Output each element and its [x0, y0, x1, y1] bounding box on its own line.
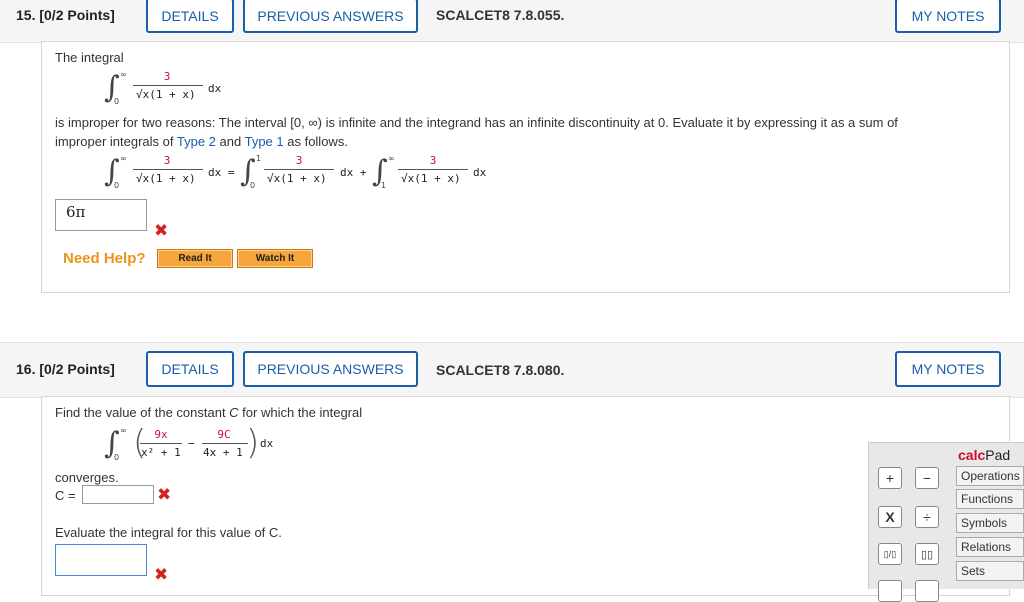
fraction-bar: [264, 169, 334, 170]
tab-symbols[interactable]: Symbols: [956, 513, 1024, 533]
divide-button[interactable]: ÷: [915, 506, 939, 528]
denominator-1: x² + 1: [141, 446, 181, 459]
dx-label: dx: [208, 82, 222, 95]
c-label: C =: [55, 488, 76, 503]
lower-limit: 1: [381, 181, 387, 190]
problem-text-line1: is improper for two reasons: The interva…: [55, 115, 898, 130]
tab-functions[interactable]: Functions: [956, 489, 1024, 509]
numerator: 3: [163, 70, 171, 83]
question-16-card: [41, 396, 1010, 596]
minus-sign: −: [188, 437, 195, 450]
evaluate-input[interactable]: [55, 544, 147, 576]
problem-text-line2: improper integrals of Type 2 and Type 1 …: [55, 134, 348, 149]
answer-field[interactable]: 6π: [55, 199, 147, 231]
denominator: √x(1 + x): [401, 172, 461, 185]
intro-text: Find the value of the constant C for whi…: [55, 405, 363, 420]
numerator-2: 9C: [217, 428, 231, 441]
upper-limit: ∞: [388, 154, 395, 163]
denominator-2: 4x + 1: [203, 446, 243, 459]
lower-limit: 0: [250, 181, 256, 190]
my-notes-button[interactable]: MY NOTES: [895, 351, 1001, 387]
calcpad-title: calcPad: [958, 447, 1011, 463]
multiply-button[interactable]: X: [878, 506, 902, 528]
read-it-button[interactable]: Read It: [157, 249, 233, 268]
dx-plus: dx +: [340, 166, 367, 179]
calc-button-more[interactable]: [878, 580, 902, 602]
incorrect-icon: ✖: [154, 221, 169, 241]
fraction-bar: [140, 443, 182, 444]
incorrect-icon: ✖: [157, 485, 172, 505]
dx-equals: dx =: [208, 166, 235, 179]
exponent-button[interactable]: ▯▯: [915, 543, 939, 565]
need-help-label: Need Help?: [63, 250, 146, 267]
evaluate-text: Evaluate the integral for this value of …: [55, 525, 282, 540]
incorrect-icon: ✖: [154, 565, 169, 585]
question-15-title: 15. [0/2 Points]: [16, 7, 115, 23]
fraction-bar: [133, 169, 203, 170]
upper-limit: ∞: [120, 154, 127, 163]
lower-limit: 0: [114, 181, 120, 190]
upper-limit: ∞: [120, 426, 127, 435]
question-16-title: 16. [0/2 Points]: [16, 361, 115, 377]
converges-text: converges.: [55, 470, 119, 485]
intro-text: The integral: [55, 50, 124, 65]
fraction-button[interactable]: ▯/▯: [878, 543, 902, 565]
right-paren: ): [246, 423, 260, 463]
fraction-bar: [202, 443, 248, 444]
numerator-1: 9x: [154, 428, 168, 441]
numerator: 3: [163, 154, 171, 167]
denominator: √x(1 + x): [267, 172, 327, 185]
upper-limit: 1: [256, 154, 262, 163]
my-notes-button[interactable]: MY NOTES: [895, 0, 1001, 33]
upper-limit: ∞: [120, 70, 127, 79]
plus-button[interactable]: +: [878, 467, 902, 489]
type1-link[interactable]: Type 1: [245, 134, 284, 149]
denominator: √x(1 + x): [136, 172, 196, 185]
fraction-bar: [133, 85, 203, 86]
previous-answers-button[interactable]: PREVIOUS ANSWERS: [243, 0, 418, 33]
fraction-bar: [398, 169, 468, 170]
calc-button-more[interactable]: [915, 580, 939, 602]
tab-sets[interactable]: Sets: [956, 561, 1024, 581]
type2-link[interactable]: Type 2: [177, 134, 216, 149]
denominator: √x(1 + x): [136, 88, 196, 101]
numerator: 3: [295, 154, 303, 167]
watch-it-button[interactable]: Watch It: [237, 249, 313, 268]
problem-code: SCALCET8 7.8.055.: [436, 7, 565, 23]
tab-relations[interactable]: Relations: [956, 537, 1024, 557]
c-input[interactable]: [82, 485, 154, 504]
problem-code: SCALCET8 7.8.080.: [436, 362, 565, 378]
dx-label: dx: [260, 437, 274, 450]
details-button[interactable]: DETAILS: [146, 351, 234, 387]
dx-label: dx: [473, 166, 487, 179]
lower-limit: 0: [114, 97, 120, 106]
numerator: 3: [429, 154, 437, 167]
tab-operations[interactable]: Operations: [956, 466, 1024, 486]
lower-limit: 0: [114, 453, 120, 462]
minus-button[interactable]: −: [915, 467, 939, 489]
details-button[interactable]: DETAILS: [146, 0, 234, 33]
previous-answers-button[interactable]: PREVIOUS ANSWERS: [243, 351, 418, 387]
